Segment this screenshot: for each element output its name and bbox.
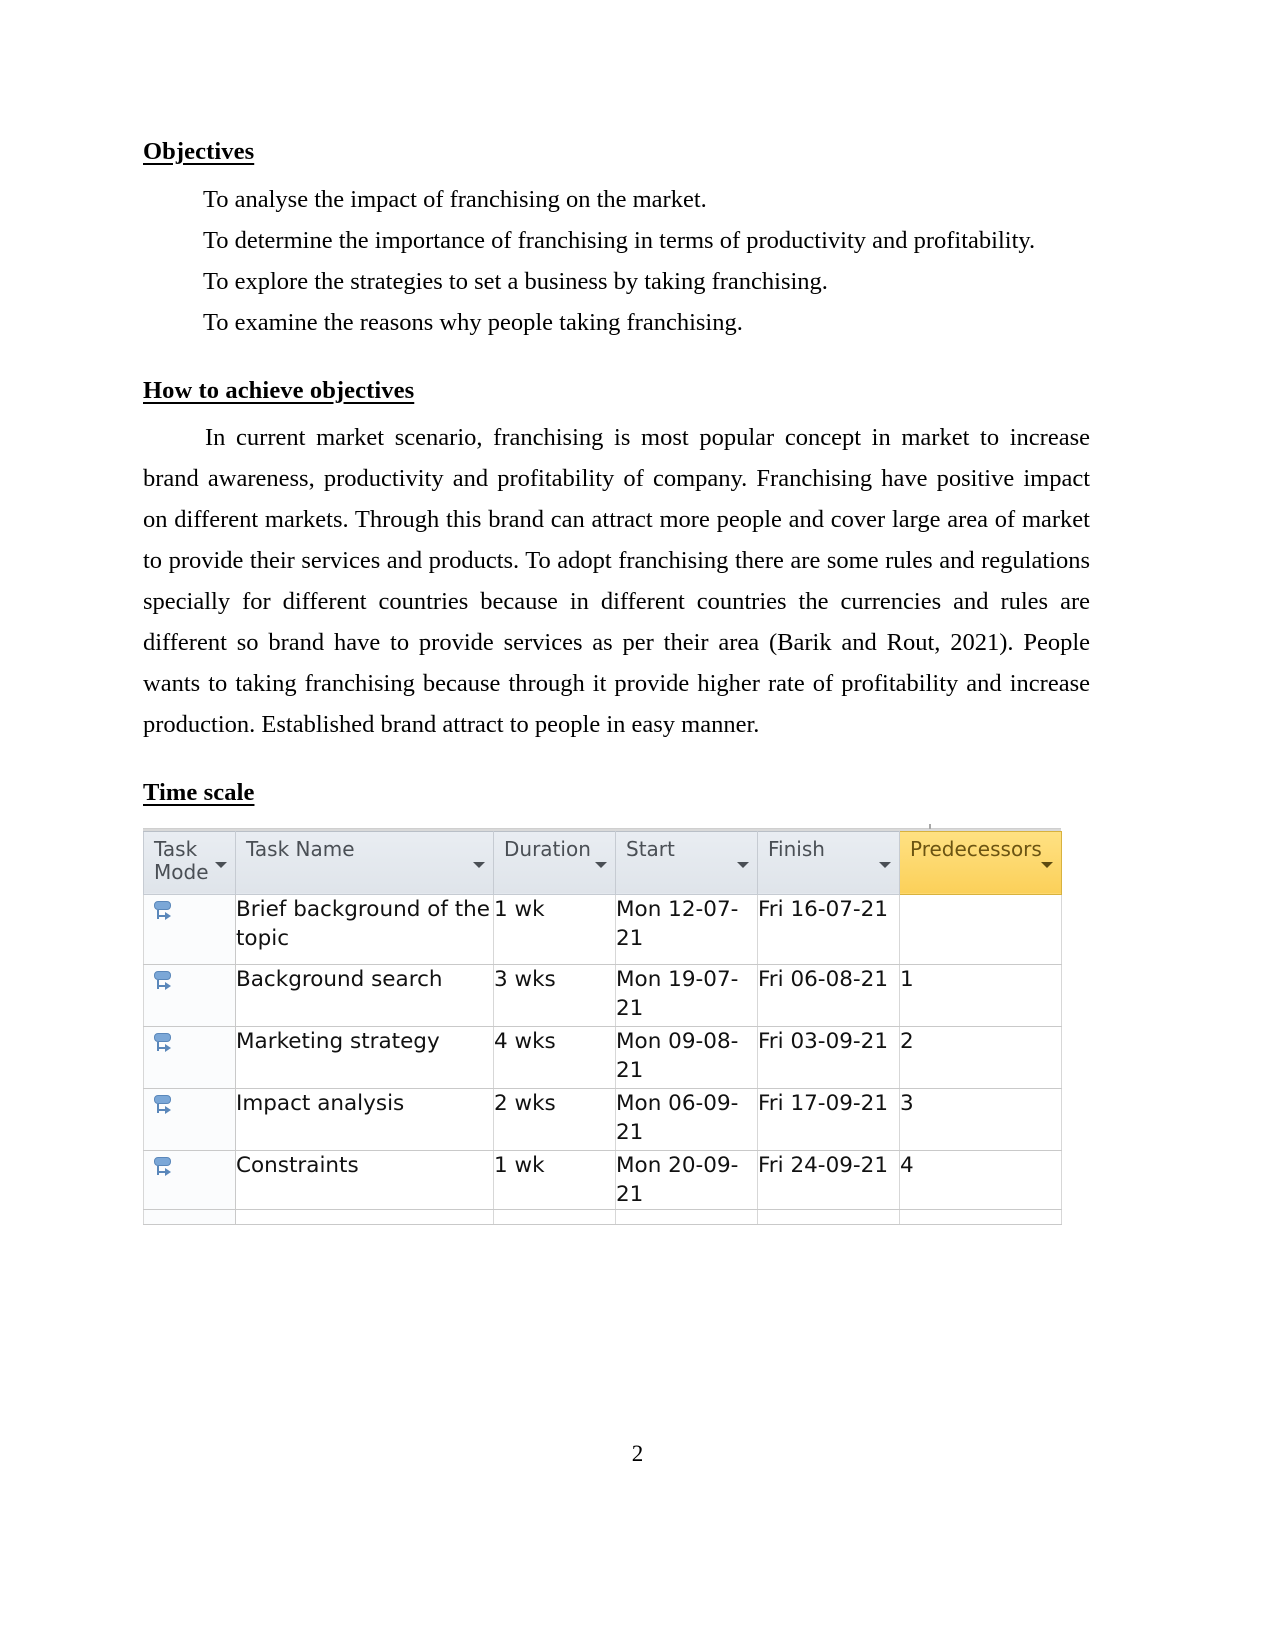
auto-schedule-icon[interactable]	[152, 900, 178, 929]
cell-task-name[interactable]: Constraints	[235, 1149, 494, 1210]
column-header-task-mode[interactable]: Task Mode	[143, 830, 236, 895]
cell-finish[interactable]: Fri 03-09-21	[757, 1025, 900, 1089]
cell-start[interactable]: Mon 12-07-21	[615, 893, 758, 965]
cell-finish[interactable]: Fri 06-08-21	[757, 963, 900, 1027]
auto-schedule-icon-head	[165, 1105, 171, 1114]
auto-schedule-icon[interactable]	[152, 1156, 178, 1185]
cell-finish	[757, 1208, 900, 1225]
section-heading-time-scale: Time scale	[143, 779, 255, 806]
cell-duration	[493, 1208, 616, 1225]
chevron-down-icon[interactable]	[215, 861, 227, 868]
column-header-label: Predecessors	[910, 836, 1042, 861]
auto-schedule-icon-bar	[154, 900, 171, 910]
column-divider-tick	[929, 823, 931, 829]
auto-schedule-icon-bar	[154, 1094, 171, 1104]
chevron-down-icon[interactable]	[1041, 861, 1053, 868]
document-page: Objectives To analyse the impact of fran…	[0, 0, 1275, 1650]
table-header-row: Task Mode Task Name Duration Start Finis…	[143, 830, 1062, 895]
auto-schedule-icon-head	[165, 911, 171, 920]
task-mode-wrap	[144, 965, 235, 999]
cell-predecessors[interactable]: 2	[899, 1025, 1062, 1089]
cell-task-mode	[143, 1208, 236, 1225]
cell-task-name[interactable]: Marketing strategy	[235, 1025, 494, 1089]
auto-schedule-icon-bar	[154, 1032, 171, 1042]
auto-schedule-icon-head	[165, 981, 171, 990]
cell-task-mode[interactable]	[143, 1025, 236, 1089]
task-mode-wrap	[144, 1027, 235, 1061]
chevron-down-icon[interactable]	[879, 861, 891, 868]
project-table-container: Task Mode Task Name Duration Start Finis…	[143, 823, 1062, 1225]
table-row[interactable]: Impact analysis 2 wks Mon 06-09-21 Fri 1…	[143, 1087, 1062, 1151]
section-heading-how-to-achieve: How to achieve objectives	[143, 376, 415, 404]
table-row[interactable]: Background search 3 wks Mon 19-07-21 Fri…	[143, 963, 1062, 1027]
cell-start[interactable]: Mon 19-07-21	[615, 963, 758, 1027]
cell-predecessors[interactable]: 4	[899, 1149, 1062, 1210]
auto-schedule-icon[interactable]	[152, 1032, 178, 1061]
chevron-down-icon[interactable]	[473, 861, 485, 868]
cell-finish[interactable]: Fri 24-09-21	[757, 1149, 900, 1210]
cell-duration[interactable]: 1 wk	[493, 893, 616, 965]
column-header-task-name[interactable]: Task Name	[235, 830, 494, 895]
column-header-label: Task Name	[246, 836, 355, 861]
auto-schedule-icon-bar	[154, 1156, 171, 1166]
cell-predecessors[interactable]	[899, 893, 1062, 965]
task-mode-wrap	[144, 1089, 235, 1123]
cell-duration[interactable]: 3 wks	[493, 963, 616, 1027]
objectives-list: To analyse the impact of franchising on …	[143, 179, 1090, 343]
list-item: To analyse the impact of franchising on …	[203, 185, 707, 213]
cell-start[interactable]: Mon 09-08-21	[615, 1025, 758, 1089]
auto-schedule-icon-head	[165, 1043, 171, 1052]
cell-task-mode[interactable]	[143, 963, 236, 1027]
list-item: To determine the importance of franchisi…	[203, 226, 1036, 254]
column-header-start[interactable]: Start	[615, 830, 758, 895]
column-header-label: Task Mode	[154, 836, 209, 884]
cell-finish[interactable]: Fri 17-09-21	[757, 1087, 900, 1151]
cell-finish[interactable]: Fri 16-07-21	[757, 893, 900, 965]
cell-start	[615, 1208, 758, 1225]
body-paragraph: In current market scenario, franchising …	[143, 424, 1090, 738]
column-header-label: Finish	[768, 836, 825, 861]
gantt-task-table: Task Mode Task Name Duration Start Finis…	[143, 830, 1062, 1225]
column-header-finish[interactable]: Finish	[757, 830, 900, 895]
page-title-objectives: Objectives	[143, 138, 255, 165]
task-mode-wrap	[144, 895, 235, 929]
cell-duration[interactable]: 1 wk	[493, 1149, 616, 1210]
auto-schedule-icon-bar	[154, 970, 171, 980]
cell-task-name	[235, 1208, 494, 1225]
table-row[interactable]: Brief background of the topic 1 wk Mon 1…	[143, 893, 1062, 965]
cell-predecessors[interactable]: 3	[899, 1087, 1062, 1151]
auto-schedule-icon-head	[165, 1167, 171, 1176]
cell-duration[interactable]: 4 wks	[493, 1025, 616, 1089]
cell-start[interactable]: Mon 06-09-21	[615, 1087, 758, 1151]
table-row[interactable]: Marketing strategy 4 wks Mon 09-08-21 Fr…	[143, 1025, 1062, 1089]
column-header-duration[interactable]: Duration	[493, 830, 616, 895]
column-header-label: Duration	[504, 836, 591, 861]
table-row[interactable]: Constraints 1 wk Mon 20-09-21 Fri 24-09-…	[143, 1149, 1062, 1210]
list-item: To examine the reasons why people taking…	[203, 308, 743, 336]
page-number: 2	[631, 1441, 644, 1466]
column-header-label: Start	[626, 836, 675, 861]
cell-start[interactable]: Mon 20-09-21	[615, 1149, 758, 1210]
table-row-partial	[143, 1208, 1062, 1225]
cell-task-name[interactable]: Impact analysis	[235, 1087, 494, 1151]
cell-task-mode[interactable]	[143, 1149, 236, 1210]
chevron-down-icon[interactable]	[737, 861, 749, 868]
auto-schedule-icon[interactable]	[152, 970, 178, 999]
cell-task-mode[interactable]	[143, 893, 236, 965]
list-item: To explore the strategies to set a busin…	[203, 267, 828, 295]
column-header-predecessors[interactable]: Predecessors	[899, 830, 1062, 895]
cell-task-mode[interactable]	[143, 1087, 236, 1151]
auto-schedule-icon[interactable]	[152, 1094, 178, 1123]
task-mode-wrap	[144, 1151, 235, 1185]
cell-task-name[interactable]: Brief background of the topic	[235, 893, 494, 965]
cell-task-name[interactable]: Background search	[235, 963, 494, 1027]
chevron-down-icon[interactable]	[595, 861, 607, 868]
cell-predecessors[interactable]: 1	[899, 963, 1062, 1027]
cell-predecessors	[899, 1208, 1062, 1225]
table-body: Brief background of the topic 1 wk Mon 1…	[143, 893, 1062, 1225]
cell-duration[interactable]: 2 wks	[493, 1087, 616, 1151]
